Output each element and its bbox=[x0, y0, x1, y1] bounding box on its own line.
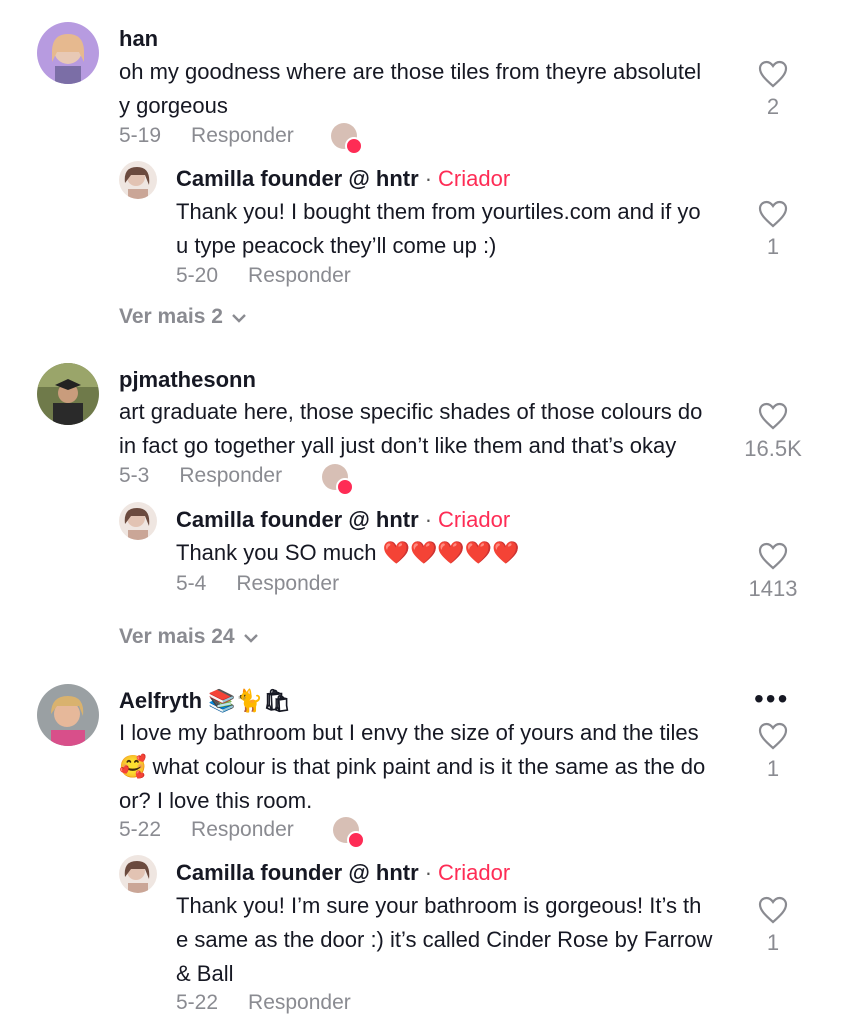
comment-meta: 5-3 Responder bbox=[119, 464, 282, 488]
creator-liked-badge bbox=[333, 817, 365, 849]
avatar[interactable] bbox=[119, 502, 157, 540]
reply-username[interactable]: Camilla founder @ hntr · Criador bbox=[176, 166, 510, 192]
like-button[interactable]: 1 bbox=[728, 200, 818, 260]
heart-badge-icon bbox=[336, 478, 354, 496]
like-button[interactable]: 2 bbox=[728, 60, 818, 120]
reply-text: Thank you SO much ❤️❤️❤️❤️❤️ bbox=[176, 540, 520, 565]
reply-button[interactable]: Responder bbox=[236, 572, 339, 595]
heart-badge-icon bbox=[347, 831, 365, 849]
like-count: 1 bbox=[766, 756, 780, 781]
heart-outline-icon bbox=[758, 402, 788, 430]
like-count: 16.5K bbox=[744, 436, 802, 461]
chevron-down-icon bbox=[231, 305, 247, 329]
avatar[interactable] bbox=[37, 363, 99, 425]
comment-username[interactable]: Aelfryth 📚🐈🛍 bbox=[119, 688, 291, 714]
avatar[interactable] bbox=[119, 855, 157, 893]
comment-text: oh my goodness where are those tiles fro… bbox=[119, 59, 702, 118]
creator-liked-badge bbox=[331, 123, 363, 155]
separator-dot: · bbox=[424, 860, 433, 885]
like-button[interactable]: 1 bbox=[728, 722, 818, 782]
creator-badge: Criador bbox=[438, 860, 511, 885]
heart-outline-icon bbox=[758, 722, 788, 750]
reply-meta: 5-4 Responder bbox=[176, 572, 339, 596]
heart-outline-icon bbox=[758, 60, 788, 88]
heart-outline-icon bbox=[758, 542, 788, 570]
comment-date: 5-19 bbox=[119, 124, 162, 147]
like-button[interactable]: 1413 bbox=[728, 542, 818, 602]
reply-date: 5-20 bbox=[176, 264, 219, 287]
comment-date: 5-3 bbox=[119, 464, 150, 487]
reply-meta: 5-22 Responder bbox=[176, 991, 351, 1015]
chevron-down-icon bbox=[243, 625, 259, 649]
view-more-label[interactable]: Ver mais 24 bbox=[119, 625, 235, 648]
comment-meta: 5-22 Responder bbox=[119, 818, 294, 842]
reply-meta: 5-20 Responder bbox=[176, 264, 351, 288]
comment-text: I love my bathroom but I envy the size o… bbox=[119, 720, 706, 813]
comment-username[interactable]: han bbox=[119, 26, 158, 52]
creator-liked-badge bbox=[322, 464, 354, 496]
reply-button[interactable]: Responder bbox=[191, 818, 294, 841]
reply-button[interactable]: Responder bbox=[191, 124, 294, 147]
comment-username[interactable]: pjmathesonn bbox=[119, 367, 256, 393]
reply-username[interactable]: Camilla founder @ hntr · Criador bbox=[176, 507, 510, 533]
reply-username-text[interactable]: Camilla founder @ hntr bbox=[176, 507, 419, 532]
reply-username-text[interactable]: Camilla founder @ hntr bbox=[176, 860, 419, 885]
like-count: 1 bbox=[766, 930, 780, 955]
avatar[interactable] bbox=[37, 22, 99, 84]
avatar[interactable] bbox=[119, 161, 157, 199]
reply-username[interactable]: Camilla founder @ hntr · Criador bbox=[176, 860, 510, 886]
like-count: 1413 bbox=[748, 576, 798, 601]
like-button[interactable]: 1 bbox=[728, 896, 818, 956]
avatar[interactable] bbox=[37, 684, 99, 746]
comment-text: art graduate here, those specific shades… bbox=[119, 399, 703, 458]
reply-date: 5-4 bbox=[176, 572, 207, 595]
reply-button[interactable]: Responder bbox=[248, 991, 351, 1014]
reply-text: Thank you! I’m sure your bathroom is gor… bbox=[176, 893, 713, 986]
like-count: 2 bbox=[766, 94, 780, 119]
separator-dot: · bbox=[424, 507, 433, 532]
like-count: 1 bbox=[766, 234, 780, 259]
view-more-replies[interactable]: Ver mais 24 bbox=[119, 625, 259, 649]
reply-button[interactable]: Responder bbox=[179, 464, 282, 487]
more-options-button[interactable]: ••• bbox=[754, 683, 789, 715]
reply-username-text[interactable]: Camilla founder @ hntr bbox=[176, 166, 419, 191]
like-button[interactable]: 16.5K bbox=[728, 402, 818, 462]
comment-meta: 5-19 Responder bbox=[119, 124, 294, 148]
heart-badge-icon bbox=[345, 137, 363, 155]
view-more-replies[interactable]: Ver mais 2 bbox=[119, 305, 247, 329]
reply-button[interactable]: Responder bbox=[248, 264, 351, 287]
creator-badge: Criador bbox=[438, 507, 511, 532]
heart-outline-icon bbox=[758, 200, 788, 228]
reply-text: Thank you! I bought them from yourtiles.… bbox=[176, 199, 701, 258]
view-more-label[interactable]: Ver mais 2 bbox=[119, 305, 223, 328]
reply-date: 5-22 bbox=[176, 991, 219, 1014]
creator-badge: Criador bbox=[438, 166, 511, 191]
separator-dot: · bbox=[424, 166, 433, 191]
comment-date: 5-22 bbox=[119, 818, 162, 841]
heart-outline-icon bbox=[758, 896, 788, 924]
